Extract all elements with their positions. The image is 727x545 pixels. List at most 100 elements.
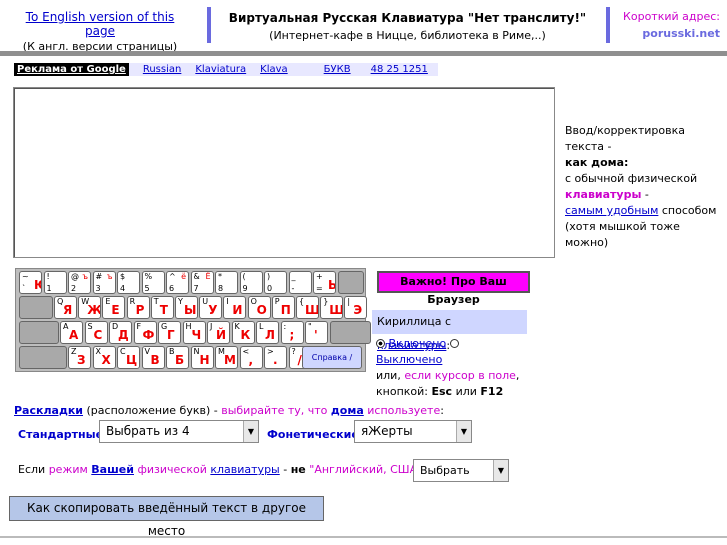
key-latin-label: * <box>218 272 222 281</box>
keyboard-key[interactable]: ! 1 <box>43 271 67 294</box>
radio-on[interactable] <box>376 339 385 348</box>
keyboard-key[interactable]: {Ш <box>296 296 319 319</box>
standard-layout-select[interactable]: Выбрать из 4 ▼ <box>99 420 259 443</box>
keyboard-key[interactable]: FФ <box>133 321 157 344</box>
cyrillic-or: или, <box>376 369 405 382</box>
keyboard-key[interactable]: & Ё 7 <box>190 271 214 294</box>
phys-your-link[interactable]: Вашей <box>91 463 134 476</box>
key-latin-label: U <box>202 297 209 306</box>
keyboard-key[interactable] <box>337 271 364 294</box>
ad-link-bukv[interactable]: БУКВ <box>324 64 351 75</box>
key-cyrillic-label: С <box>93 328 103 342</box>
key-latin-label: ~ <box>22 272 29 281</box>
keyboard-key[interactable] <box>19 296 53 319</box>
keyboard-key[interactable]: :; <box>280 321 304 344</box>
keyboard-key[interactable]: (9 <box>239 271 263 294</box>
keyboard-key[interactable]: IИ <box>223 296 247 319</box>
keyboard-key[interactable]: $4 <box>117 271 140 294</box>
copy-text-button[interactable]: Как скопировать введённый текст в другое… <box>9 496 324 538</box>
layouts-link[interactable]: Раскладки <box>14 404 83 417</box>
help-key[interactable]: Справка / Help <box>302 346 362 369</box>
physical-keyboard-line: Если режим Вашей физической клавиатуры -… <box>18 463 455 476</box>
keyboard-key[interactable]: AА <box>60 321 83 344</box>
phonetic-layout-select[interactable]: яЖерты ▼ <box>354 420 472 443</box>
key-cyrillic-label: Р <box>135 303 145 317</box>
key-cyrillic-label: Г <box>167 328 175 342</box>
keyboard-key[interactable]: }Щ <box>320 296 344 319</box>
keyboard-key[interactable]: " ' <box>305 321 328 344</box>
ad-link-russian[interactable]: Russian <box>143 64 182 75</box>
physical-layout-select[interactable]: Выбрать ▼ <box>413 459 509 482</box>
browser-info-button[interactable]: Важно! Про Ваш Браузер <box>377 271 530 306</box>
keyboard-key[interactable]: UУ <box>199 296 223 319</box>
keyboard-key[interactable]: LЛ <box>256 321 279 344</box>
keyboard-key[interactable]: GГ <box>158 321 181 344</box>
keyboard-key[interactable]: MМ <box>215 346 238 369</box>
main-text-area[interactable] <box>13 87 555 258</box>
keyboard-key[interactable] <box>19 321 59 344</box>
ad-link-klava[interactable]: Klava <box>260 64 288 75</box>
key-digit-label: = <box>316 284 323 293</box>
keyboard-key[interactable]: XХ <box>92 346 116 369</box>
phys-keyboard-link[interactable]: клавиатуры <box>210 463 279 476</box>
keyboard-key[interactable]: TТ <box>150 296 174 319</box>
keyboard-key[interactable]: BБ <box>166 346 189 369</box>
keyboard-key[interactable]: ^ ё 6 <box>166 271 189 294</box>
keyboard-key[interactable]: SС <box>84 321 108 344</box>
keyboard-key[interactable]: NН <box>190 346 214 369</box>
keyboard-key[interactable]: + = Ь <box>313 271 336 294</box>
keyboard-key[interactable]: ZЗ <box>68 346 91 369</box>
keyboard-key[interactable]: HЧ <box>182 321 206 344</box>
key-cyrillic-label: Е <box>111 303 120 317</box>
keyboard-key[interactable]: CЦ <box>117 346 140 369</box>
cyrillic-button-label: кнопкой: <box>376 385 432 398</box>
layouts-desc: (расположение букв) - <box>83 404 222 417</box>
keyboard-key[interactable]: @ ъ 2 <box>68 271 91 294</box>
key-digit-label: 5 <box>144 284 150 293</box>
keyboard-key[interactable]: EЕ <box>102 296 126 319</box>
keyboard-key[interactable]: _ - <box>288 271 312 294</box>
keyboard-key[interactable]: ~ ` Ю <box>19 271 42 294</box>
key-cyrillic-label: Ь <box>328 278 335 292</box>
keyboard-key[interactable]: DД <box>109 321 132 344</box>
keyboard-key[interactable]: * 8 <box>215 271 238 294</box>
radio-off[interactable] <box>449 339 459 348</box>
cyrillic-off-label[interactable]: Выключено <box>376 353 442 366</box>
keyboard-key[interactable]: >. <box>264 346 287 369</box>
key-cyrillic-label: Ц <box>126 353 138 367</box>
keyboard-key[interactable] <box>19 346 67 369</box>
ad-link-number[interactable]: 48 25 1251 <box>371 64 428 75</box>
keyboard-key[interactable]: VВ <box>141 346 165 369</box>
keyboard-key[interactable]: | Э <box>344 296 368 319</box>
cyrillic-comma: , <box>515 369 520 382</box>
ads-by-google-label[interactable]: Реклама от Google <box>14 63 129 76</box>
keyboard-key[interactable]: PП <box>271 296 295 319</box>
key-cyrillic-label: О <box>256 303 267 317</box>
layouts-home-link[interactable]: дома <box>331 404 364 417</box>
cyrillic-on-label[interactable]: Включено <box>389 337 447 350</box>
keyboard-key[interactable] <box>329 321 371 344</box>
keyboard-key[interactable]: # ъ 3 <box>92 271 116 294</box>
side-help-best-way-link[interactable]: самым удобным <box>565 204 658 217</box>
key-digit-label: 4 <box>120 284 126 293</box>
keyboard-key[interactable]: KК <box>231 321 255 344</box>
short-address[interactable]: porusski.net <box>612 27 720 40</box>
keyboard-key[interactable]: QЯ <box>54 296 77 319</box>
phys-dash: - <box>279 463 291 476</box>
key-cyrillic-label: . <box>273 353 278 367</box>
keyboard-key[interactable]: RР <box>126 296 150 319</box>
keyboard-key[interactable]: JЙ <box>207 321 230 344</box>
key-latin-label: ! <box>46 272 50 281</box>
key-cyrillic-label: Д <box>118 328 129 342</box>
key-cyrillic-label: М <box>224 353 236 367</box>
layouts-heading: Раскладки (расположение букв) - выбирайт… <box>14 404 444 417</box>
ad-link-klaviatura[interactable]: Klaviatura <box>195 64 246 75</box>
keyboard-key[interactable]: OО <box>247 296 271 319</box>
keyboard-key[interactable]: <, <box>239 346 263 369</box>
english-version-link[interactable]: To English version of this page <box>26 10 175 38</box>
keyboard-key[interactable]: % 5 <box>141 271 165 294</box>
keyboard-key[interactable]: ) 0 <box>264 271 287 294</box>
key-cyrillic-label: У <box>208 303 218 317</box>
keyboard-key[interactable]: WЖ <box>78 296 102 319</box>
keyboard-key[interactable]: YЫ <box>175 296 198 319</box>
